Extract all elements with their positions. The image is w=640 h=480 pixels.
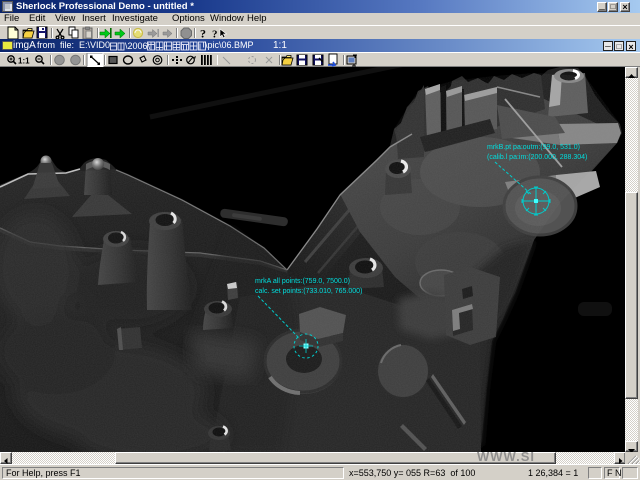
svg-text:?: ? bbox=[200, 27, 206, 41]
svg-text:mrkA all points:(759.0, 7500.0: mrkA all points:(759.0, 7500.0) bbox=[255, 278, 350, 285]
svg-text:1:1: 1:1 bbox=[18, 57, 30, 66]
svg-text:(calib.l pa:im:(200.000, 288.3: (calib.l pa:im:(200.000, 288.304) bbox=[487, 154, 587, 161]
svg-text:mrkB.pt pa:outm:(99.0, 531.0): mrkB.pt pa:outm:(99.0, 531.0) bbox=[487, 144, 580, 151]
svg-text:calc. set points:(733.010, 765: calc. set points:(733.010, 765.000) bbox=[255, 288, 362, 295]
svg-text:\2006\: \2006\ bbox=[125, 41, 151, 51]
